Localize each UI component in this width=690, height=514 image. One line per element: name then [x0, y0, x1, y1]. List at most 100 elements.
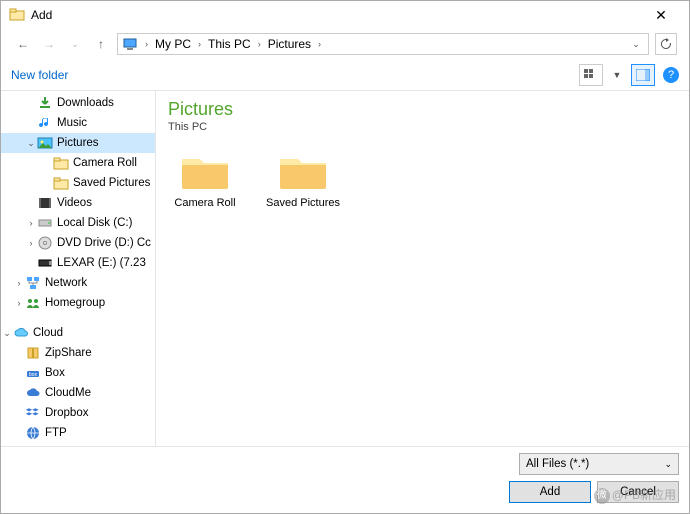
nav-tree[interactable]: Downloads Music ⌄ Pictures Camera Roll S…: [1, 91, 156, 446]
tree-network[interactable]: › Network: [1, 273, 155, 293]
tree-label: Local Disk (C:): [57, 217, 132, 229]
tree-box[interactable]: box Box: [1, 363, 155, 383]
cloud-icon: [13, 325, 29, 341]
dropbox-icon: [25, 405, 41, 421]
footer: All Files (*.*) ⌄ Add Cancel: [1, 446, 689, 513]
disk-icon: [37, 215, 53, 231]
zipshare-icon: [25, 345, 41, 361]
content-subheading: This PC: [168, 121, 677, 133]
crumb-pictures[interactable]: Pictures: [266, 37, 313, 51]
folder-item[interactable]: Camera Roll: [168, 151, 242, 209]
body: Downloads Music ⌄ Pictures Camera Roll S…: [1, 91, 689, 446]
filter-label: All Files (*.*): [526, 458, 589, 470]
address-dropdown[interactable]: ⌄: [628, 39, 644, 50]
tree-homegroup[interactable]: › Homegroup: [1, 293, 155, 313]
tree-label: ZipShare: [45, 347, 92, 359]
tree-label: DVD Drive (D:) Cc: [57, 237, 151, 249]
view-dropdown[interactable]: ▼: [605, 64, 629, 86]
tree-label: Cloud: [33, 327, 63, 339]
tree-label: FTP: [45, 427, 67, 439]
refresh-button[interactable]: [655, 33, 677, 55]
up-button[interactable]: ↑: [91, 34, 111, 54]
usb-icon: [37, 255, 53, 271]
tree-zipshare[interactable]: ZipShare: [1, 343, 155, 363]
tree-camera-roll[interactable]: Camera Roll: [1, 153, 155, 173]
app-icon: [9, 7, 25, 23]
tree-pictures[interactable]: ⌄ Pictures: [1, 133, 155, 153]
back-button[interactable]: ←: [13, 34, 33, 54]
content-pane[interactable]: Pictures This PC Camera Roll Saved Pictu…: [156, 91, 689, 446]
expand-icon[interactable]: ›: [25, 238, 37, 248]
tree-label: Dropbox: [45, 407, 88, 419]
item-label: Saved Pictures: [266, 197, 340, 209]
tree-label: Pictures: [57, 137, 99, 149]
tree-label: Videos: [57, 197, 92, 209]
folder-icon: [53, 155, 69, 171]
tree-local-disk[interactable]: › Local Disk (C:): [1, 213, 155, 233]
crumb-thispc[interactable]: This PC: [206, 37, 253, 51]
chevron-right-icon[interactable]: ›: [142, 39, 151, 49]
forward-button[interactable]: →: [39, 34, 59, 54]
help-button[interactable]: ?: [663, 67, 679, 83]
cancel-button[interactable]: Cancel: [597, 481, 679, 503]
tree-dvd[interactable]: › DVD Drive (D:) Cc: [1, 233, 155, 253]
window-title: Add: [31, 8, 641, 22]
crumb-mypc[interactable]: My PC: [153, 37, 193, 51]
cloudme-icon: [25, 385, 41, 401]
tree-label: LEXAR (E:) (7.23: [57, 257, 146, 269]
folder-icon: [278, 151, 328, 191]
recent-dropdown[interactable]: ⌄: [65, 34, 85, 54]
collapse-icon[interactable]: ⌄: [1, 328, 13, 339]
tree-label: Homegroup: [45, 297, 105, 309]
item-label: Camera Roll: [168, 197, 242, 209]
expand-icon[interactable]: ›: [13, 278, 25, 288]
add-button[interactable]: Add: [509, 481, 591, 503]
file-type-filter[interactable]: All Files (*.*) ⌄: [519, 453, 679, 475]
chevron-right-icon[interactable]: ›: [255, 39, 264, 49]
expand-icon[interactable]: ›: [13, 298, 25, 308]
tree-cloudme[interactable]: CloudMe: [1, 383, 155, 403]
new-folder-button[interactable]: New folder: [11, 68, 68, 82]
tree-cloud[interactable]: ⌄ Cloud: [1, 323, 155, 343]
music-icon: [37, 115, 53, 131]
video-icon: [37, 195, 53, 211]
network-icon: [25, 275, 41, 291]
chevron-down-icon: ⌄: [664, 459, 672, 470]
pc-icon: [122, 36, 138, 52]
tree-lexar[interactable]: LEXAR (E:) (7.23: [1, 253, 155, 273]
tree-downloads[interactable]: Downloads: [1, 93, 155, 113]
tree-ftp[interactable]: FTP: [1, 423, 155, 443]
tree-label: Box: [45, 367, 65, 379]
view-options-button[interactable]: [579, 64, 603, 86]
folder-icon: [53, 175, 69, 191]
download-icon: [37, 95, 53, 111]
tree-saved-pictures[interactable]: Saved Pictures: [1, 173, 155, 193]
homegroup-icon: [25, 295, 41, 311]
tree-dropbox[interactable]: Dropbox: [1, 403, 155, 423]
tree-label: CloudMe: [45, 387, 91, 399]
tree-label: Saved Pictures: [73, 177, 150, 189]
chevron-right-icon[interactable]: ›: [195, 39, 204, 49]
expand-icon[interactable]: ›: [25, 218, 37, 228]
preview-pane-button[interactable]: [631, 64, 655, 86]
dvd-icon: [37, 235, 53, 251]
tree-videos[interactable]: Videos: [1, 193, 155, 213]
tree-label: Downloads: [57, 97, 114, 109]
folder-icon: [180, 151, 230, 191]
folder-item[interactable]: Saved Pictures: [266, 151, 340, 209]
navbar: ← → ⌄ ↑ › My PC › This PC › Pictures › ⌄: [1, 29, 689, 59]
tree-music[interactable]: Music: [1, 113, 155, 133]
tree-label: Camera Roll: [73, 157, 137, 169]
collapse-icon[interactable]: ⌄: [25, 138, 37, 149]
titlebar: Add ✕: [1, 1, 689, 29]
svg-text:box: box: [29, 372, 38, 378]
content-heading: Pictures: [168, 99, 677, 120]
address-bar[interactable]: › My PC › This PC › Pictures › ⌄: [117, 33, 649, 55]
box-icon: box: [25, 365, 41, 381]
tree-label: Music: [57, 117, 87, 129]
item-grid: Camera Roll Saved Pictures: [168, 151, 677, 209]
close-button[interactable]: ✕: [641, 1, 681, 29]
ftp-icon: [25, 425, 41, 441]
tree-label: Network: [45, 277, 87, 289]
chevron-right-icon[interactable]: ›: [315, 39, 324, 49]
